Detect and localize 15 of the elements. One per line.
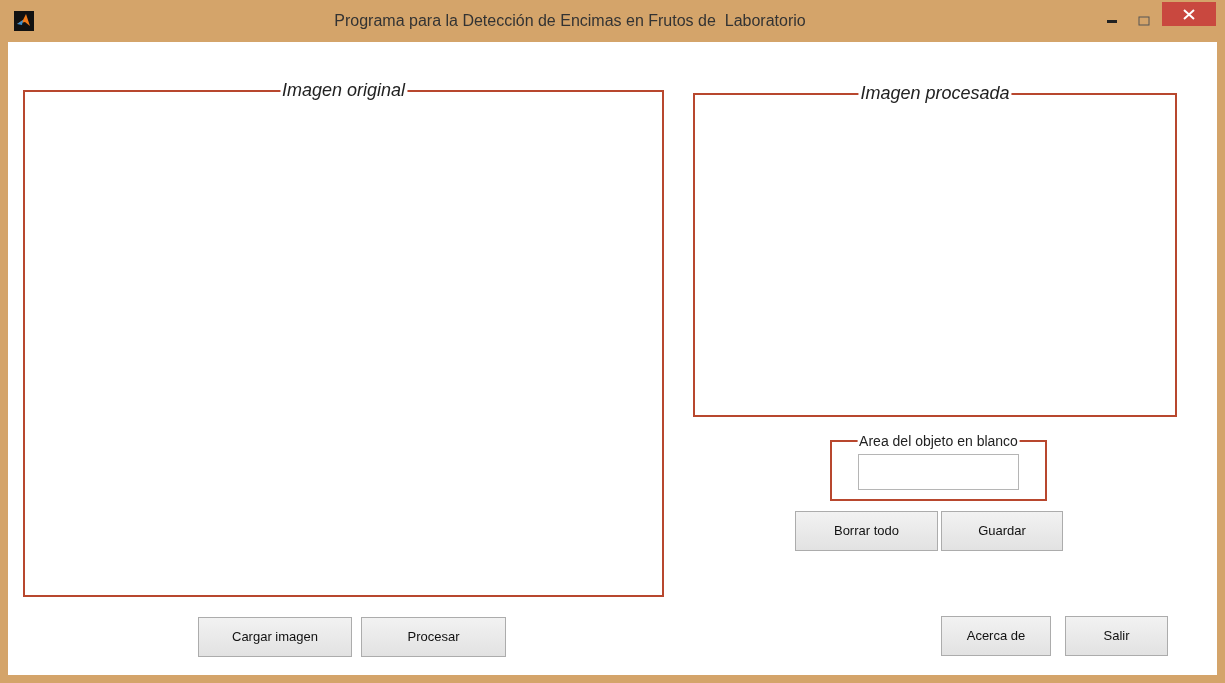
- maximize-icon[interactable]: [1138, 16, 1150, 26]
- panel-title: Imagen original: [279, 80, 408, 100]
- action-button[interactable]: Cargar imagen: [198, 617, 352, 657]
- action-button[interactable]: Procesar: [361, 617, 506, 657]
- action-button[interactable]: Acerca de: [941, 616, 1051, 656]
- area-input-field[interactable]: [858, 454, 1019, 490]
- action-button[interactable]: Borrar todo: [795, 511, 938, 551]
- app-logo-icon: [14, 11, 34, 31]
- panel-title: Imagen procesada: [858, 83, 1012, 103]
- action-button[interactable]: Guardar: [941, 511, 1063, 551]
- group-label: Area del objeto en blanco: [857, 433, 1020, 449]
- minimize-icon[interactable]: [1106, 18, 1118, 24]
- close-button[interactable]: [1162, 2, 1216, 26]
- window-title: Programa para la Detección de Encimas en Frutos de Laboratorio: [334, 12, 806, 29]
- action-button[interactable]: Salir: [1065, 616, 1168, 656]
